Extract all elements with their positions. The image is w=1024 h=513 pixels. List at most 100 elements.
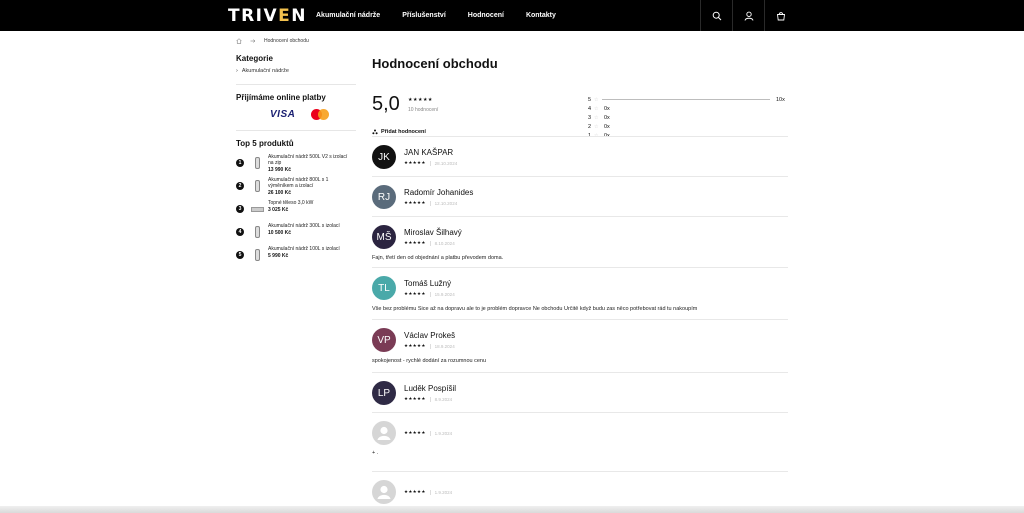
user-placeholder-icon [377,485,391,499]
mastercard-logo [311,109,330,120]
top-product-item[interactable]: 4 Akumulační nádrž 300L s izolací 10 500… [236,223,356,244]
top-header: TRIVEN Akumulační nádrže Příslušenství H… [0,0,1024,31]
category-link[interactable]: › Akumulační nádrže [236,68,356,74]
product-info: Topné těleso 3,0 kW 3 025 Kč [268,200,354,213]
review-meta: ★★★★★ 18.9.2024 [404,343,455,349]
reviewer-name: Tomáš Lužný [404,279,452,288]
nav-link-accessories[interactable]: Příslušenství [402,12,446,19]
product-price: 26 100 Kč [268,190,292,196]
search-icon [712,11,721,20]
add-review-button[interactable]: Přidat hodnocení [372,129,426,135]
average-score: 5,0 [372,93,400,115]
reviewer-name: Luděk Pospíšil [404,384,457,393]
top-product-item[interactable]: 2 Akumulační nádrž 800L s 1 výměníkem a … [236,177,356,198]
review-stars: ★★★★★ [404,343,426,348]
star-count: 0x [604,114,610,121]
review-stars: ★★★★★ [404,240,426,245]
review-date: 1.9.2024 [434,430,453,436]
reviewer-avatar: RJ [372,185,396,209]
review-stars: ★★★★★ [404,396,426,401]
distribution-row: 4 ☆ 0x [588,104,788,113]
review-item: VP Václav Prokeš ★★★★★ 18.9.2024 spokojenost… [372,319,788,372]
rank-badge: 3 [236,205,244,213]
nav-link-contacts[interactable]: Kontakty [526,12,556,19]
product-info: Akumulační nádrž 500L V2 s izolací na zi… [268,154,354,173]
review-meta: ★★★★★ 15.9.2024 [404,291,455,297]
distribution-row: 2 ☆ 0x [588,122,788,131]
bullet-icon: › [236,68,238,74]
review-stars: ★★★★★ [404,430,426,435]
product-thumbnail [250,179,264,193]
top-product-item[interactable]: 1 Akumulační nádrž 500L V2 s izolací na … [236,154,356,175]
nav-link-reviews[interactable]: Hodnocení [468,12,504,19]
review-meta: ★★★★★ 8.9.2024 [404,396,452,402]
reviewer-avatar: TL [372,276,396,300]
top-products-list: 1 Akumulační nádrž 500L V2 s izolací na … [236,154,356,267]
categories-title: Kategorie [236,54,273,63]
review-meta: ★★★★★ 28.10.2024 [404,160,457,166]
rank-badge: 4 [236,228,244,236]
separator [429,343,431,349]
rating-summary: 5,0 ★★★★★ 10 hodnocení Přidat hodnocení … [372,71,788,139]
bottom-edge [0,506,1024,513]
review-meta: ★★★★★ 1.9.2024 [404,489,452,495]
star-icon: ☆ [594,123,599,130]
reviewer-avatar: VP [372,328,396,352]
review-item: JK JAN KAŠPAR ★★★★★ 28.10.2024 [372,136,788,176]
separator [429,396,431,402]
reviewer-name: JAN KAŠPAR [404,148,454,157]
product-thumbnail [250,248,264,262]
reviewer-avatar: JK [372,145,396,169]
cart-button[interactable] [764,0,796,31]
sidebar: Kategorie › Akumulační nádrže Přijímáme … [236,54,356,267]
category-label: Akumulační nádrže [241,68,289,74]
review-date: 28.10.2024 [434,160,458,166]
distribution-row: 3 ☆ 0x [588,113,788,122]
header-inner: TRIVEN Akumulační nádrže Příslušenství H… [228,0,796,31]
star-count: 0x [604,105,610,112]
distribution-row: 5 ☆ 10x [588,95,788,104]
cart-icon [776,11,785,20]
review-item: TL Tomáš Lužný ★★★★★ 15.9.2024 Vše bez probl… [372,267,788,319]
review-meta: ★★★★★ 8.10.2024 [404,240,455,246]
separator [429,200,431,206]
top-product-item[interactable]: 3 Topné těleso 3,0 kW 3 025 Kč [236,200,356,221]
review-item: ★★★★★ 1.9.2024 + . [372,412,788,471]
review-text: + . [372,450,379,456]
payment-logos: VISA [270,109,356,120]
star-count: 0x [604,123,610,130]
account-button[interactable] [732,0,764,31]
main-nav: Akumulační nádrže Příslušenství Hodnocen… [316,0,556,31]
review-date: 1.9.2024 [434,489,453,495]
review-item: MŠ Miroslav Šilhavý ★★★★★ 8.10.2024 Fajn, tř… [372,216,788,267]
product-info: Akumulační nádrž 300L s izolací 10 500 K… [268,223,354,236]
review-stars: ★★★★★ [404,489,426,494]
product-price: 10 500 Kč [268,230,292,236]
logo[interactable]: TRIVEN [228,5,307,27]
review-date: 8.10.2024 [434,240,455,246]
product-name: Akumulační nádrž 500L V2 s izolací na zi… [268,154,348,166]
separator [429,291,431,297]
reviewer-avatar: MŠ [372,225,396,249]
reviewer-avatar [372,421,396,445]
divider [236,84,356,85]
product-info: Akumulační nádrž 100L s izolací 5 990 Kč [268,246,354,259]
separator [429,489,431,495]
separator [429,240,431,246]
star-count: 10x [776,96,785,103]
top-products-title: Top 5 produktů [236,139,294,148]
top-product-item[interactable]: 5 Akumulační nádrž 100L s izolací 5 990 … [236,246,356,267]
review-meta: ★★★★★ 1.9.2024 [404,430,452,436]
nav-link-tanks[interactable]: Akumulační nádrže [316,12,380,19]
home-icon[interactable] [236,38,242,44]
page-title: Hodnocení obchodu [372,56,498,71]
rank-badge: 1 [236,159,244,167]
reviewer-avatar: LP [372,381,396,405]
product-thumbnail [250,156,264,170]
product-name: Topné těleso 3,0 kW [268,200,314,206]
product-thumbnail [250,225,264,239]
product-name: Akumulační nádrž 800L s 1 výměníkem a iz… [268,177,329,189]
review-text: spokojenost - rychlé dodání za rozumnou … [372,358,487,364]
search-button[interactable] [700,0,732,31]
product-price: 5 990 Kč [268,253,289,259]
